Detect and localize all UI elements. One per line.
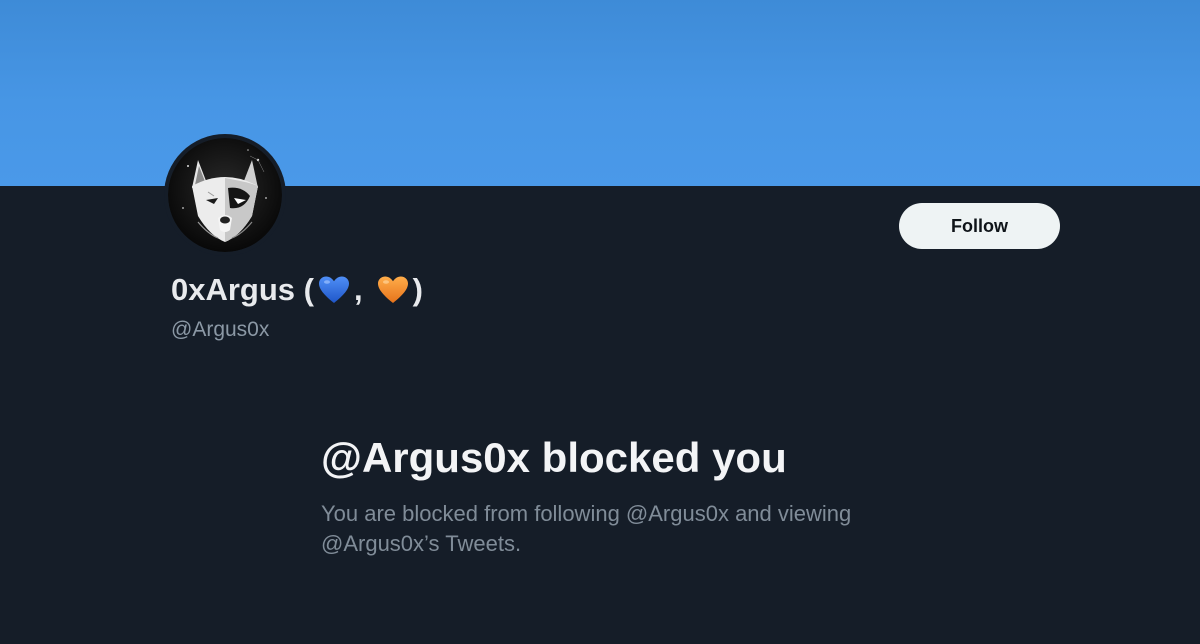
display-name-prefix: 0xArgus (: [171, 272, 314, 307]
display-name-separator: ,: [353, 272, 363, 307]
avatar[interactable]: [164, 134, 286, 256]
profile-page: Follow 0xArgus ( ,) @Argus0x @Argus0x b…: [0, 0, 1200, 644]
orange-heart-icon: [377, 275, 409, 305]
blocked-message: You are blocked from following @Argus0x …: [321, 501, 852, 556]
profile-handle: @Argus0x: [171, 318, 270, 341]
blocked-title: @Argus0x blocked you: [321, 434, 787, 481]
wolf-avatar-icon: [168, 138, 282, 252]
display-name: 0xArgus ( ,): [171, 272, 423, 308]
display-name-suffix: ): [412, 272, 423, 307]
profile-area: [0, 186, 1200, 644]
blue-heart-icon: [318, 275, 350, 305]
follow-button[interactable]: Follow: [899, 203, 1060, 249]
